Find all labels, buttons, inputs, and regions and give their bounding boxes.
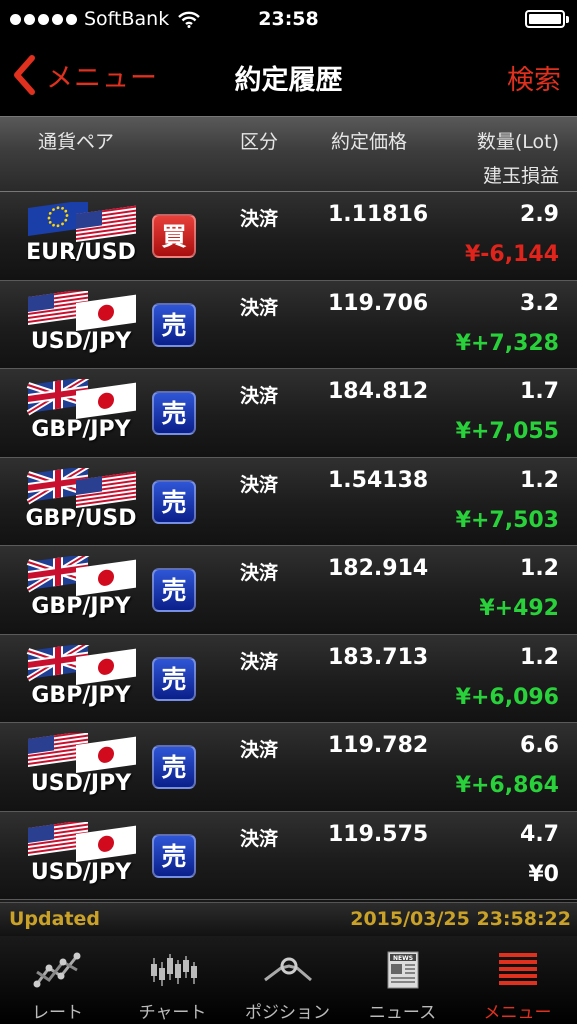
tab-label: メニュー	[483, 1003, 552, 1023]
position-icon	[264, 957, 312, 982]
trade-kubun: 決済	[240, 827, 279, 850]
execution-price: 119.782	[328, 733, 429, 758]
trade-kubun: 決済	[240, 650, 279, 673]
currency-pair-label: USD/JPY	[30, 328, 132, 354]
position-pnl: ¥+7,055	[455, 419, 559, 444]
candlestick-icon	[151, 954, 197, 986]
sell-badge: 売	[152, 568, 196, 612]
buy-badge: 買	[152, 214, 196, 258]
trade-row[interactable]: USD/JPY 売 決済 119.706 3.2 ¥+7,328	[0, 280, 577, 369]
sell-badge: 売	[152, 479, 196, 524]
trade-kubun: 決済	[240, 208, 279, 230]
rate-chart-icon	[33, 952, 81, 988]
trade-history-list: EUR/USD 買 決済 1.11816 2.9 ¥-6,144 USD/JPY…	[0, 192, 577, 902]
tab-label: チャート	[138, 1003, 207, 1023]
navigation-bar: メニュー 約定履歴 検索	[0, 38, 577, 116]
tab-news[interactable]: NEWS ニュース	[345, 936, 460, 1024]
news-icon: NEWS	[387, 951, 419, 989]
trade-kubun: 決済	[240, 473, 279, 496]
execution-price: 183.713	[328, 644, 429, 670]
execution-price: 119.575	[328, 821, 429, 847]
sell-badge: 売	[152, 302, 196, 347]
trade-row[interactable]: USD/JPY 売 決済 119.782 6.6 ¥+6,864	[0, 723, 577, 812]
status-bar: SoftBank 23:58	[0, 0, 577, 38]
currency-pair-label: GBP/JPY	[31, 417, 131, 442]
execution-price: 119.706	[328, 290, 429, 316]
position-pnl: ¥+6,096	[455, 684, 559, 710]
execution-price: 1.54138	[328, 467, 429, 493]
trade-row[interactable]: EUR/USD 買 決済 1.11816 2.9 ¥-6,144	[0, 192, 577, 281]
position-pnl: ¥+6,864	[455, 773, 559, 798]
trade-kubun: 決済	[240, 296, 279, 319]
execution-price: 1.11816	[328, 202, 429, 227]
status-time: 23:58	[258, 8, 319, 30]
column-header-pnl: 建玉損益	[482, 165, 559, 187]
currency-pair-label: EUR/USD	[26, 240, 136, 265]
execution-price: 182.914	[328, 556, 429, 581]
lot-quantity: 4.7	[520, 821, 559, 847]
position-pnl: ¥+7,328	[455, 330, 559, 356]
currency-pair-label: GBP/USD	[25, 505, 137, 531]
currency-pair-label: GBP/JPY	[31, 594, 131, 619]
tab-rate[interactable]: レート	[0, 936, 115, 1024]
lot-quantity: 1.2	[520, 556, 559, 581]
column-header-pair: 通貨ペア	[38, 131, 115, 153]
trade-row[interactable]: USD/JPY 売 決済 119.575 4.7 ¥0	[0, 811, 577, 900]
tab-menu[interactable]: メニュー	[460, 936, 575, 1024]
currency-pair-label: USD/JPY	[30, 859, 132, 885]
trade-row[interactable]: GBP/JPY 売 決済 184.812 1.7 ¥+7,055	[0, 369, 577, 458]
lot-quantity: 1.2	[520, 467, 559, 493]
tab-label: ニュース	[368, 1003, 437, 1023]
trade-row[interactable]: GBP/JPY 売 決済 183.713 1.2 ¥+6,096	[0, 634, 577, 723]
tab-bar: レート チャート ポジション NEWS ニュース メニュー	[0, 936, 577, 1024]
column-header: 通貨ペア 区分 約定価格 数量(Lot) 建玉損益	[0, 116, 577, 192]
svg-text:NEWS: NEWS	[393, 955, 413, 962]
tab-label: ポジション	[245, 1003, 330, 1023]
tab-chart[interactable]: チャート	[115, 936, 230, 1024]
updated-label: Updated	[9, 908, 101, 930]
sell-badge: 売	[152, 833, 196, 878]
lot-quantity: 1.2	[520, 644, 559, 670]
column-header-price: 約定価格	[331, 131, 408, 153]
tab-label: レート	[32, 1003, 83, 1023]
trade-row[interactable]: GBP/JPY 売 決済 182.914 1.2 ¥+492	[0, 546, 577, 635]
position-pnl: ¥-6,144	[464, 242, 559, 267]
lot-quantity: 6.6	[520, 733, 559, 758]
position-pnl: ¥+7,503	[455, 507, 559, 533]
position-pnl: ¥0	[528, 861, 559, 887]
currency-pair-label: USD/JPY	[30, 771, 132, 796]
column-header-kubun: 区分	[240, 131, 279, 153]
position-pnl: ¥+492	[479, 596, 559, 621]
trade-kubun: 決済	[240, 385, 279, 407]
sell-badge: 売	[152, 391, 196, 435]
column-header-quantity: 数量(Lot)	[476, 131, 559, 153]
menu-list-icon	[499, 953, 537, 985]
battery-icon	[525, 10, 569, 28]
trade-kubun: 決済	[240, 739, 279, 761]
currency-pair-label: GBP/JPY	[31, 682, 131, 708]
updated-bar: Updated 2015/03/25 23:58:22	[0, 902, 577, 936]
sell-badge: 売	[152, 745, 196, 789]
page-title: 約定履歴	[234, 65, 343, 96]
updated-timestamp: 2015/03/25 23:58:22	[350, 908, 571, 930]
lot-quantity: 3.2	[520, 290, 559, 316]
execution-price: 184.812	[328, 379, 429, 404]
search-button[interactable]: 検索	[507, 58, 561, 97]
trade-row[interactable]: GBP/USD 売 決済 1.54138 1.2 ¥+7,503	[0, 457, 577, 546]
sell-badge: 売	[152, 656, 196, 701]
tab-position[interactable]: ポジション	[230, 936, 345, 1024]
lot-quantity: 1.7	[520, 379, 559, 404]
lot-quantity: 2.9	[520, 202, 559, 227]
trade-kubun: 決済	[240, 562, 279, 584]
